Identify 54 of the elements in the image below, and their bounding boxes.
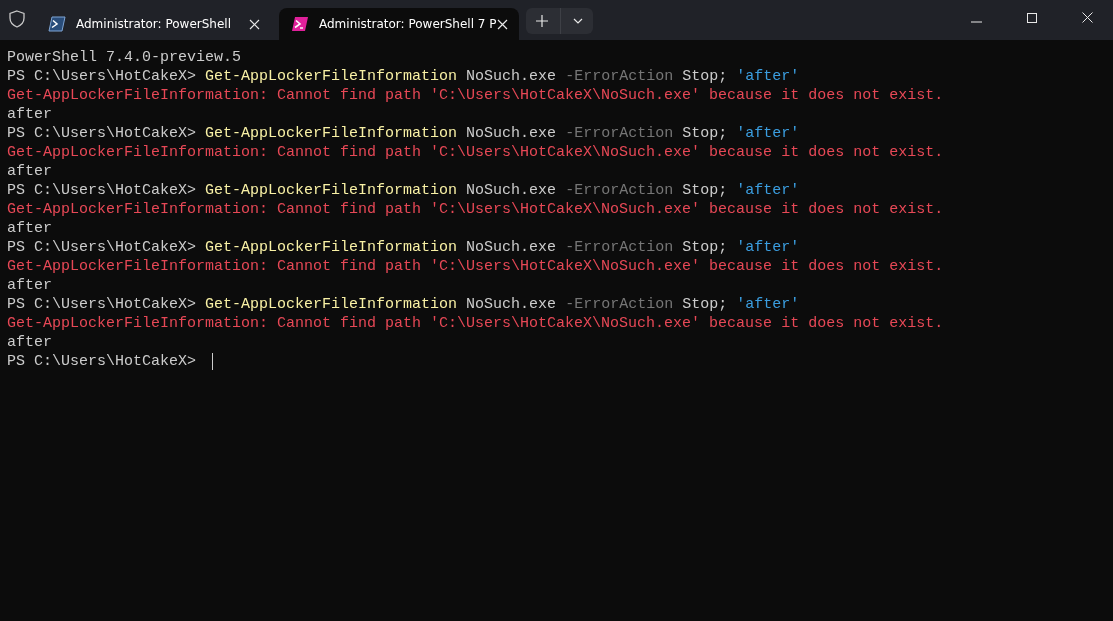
chevron-down-icon[interactable] xyxy=(573,18,583,24)
output-text: PS C:\Users\HotCakeX> xyxy=(7,352,198,371)
output-text: Stop; xyxy=(681,67,729,86)
output-text: NoSuch.exe xyxy=(465,67,558,86)
command-text: Get-AppLockerFileInformation xyxy=(205,295,458,314)
output-text: Stop; xyxy=(681,181,729,200)
error-text: Get-AppLockerFileInformation: Cannot find path 'C:\Users\HotCakeX\NoSuch.exe' because it does not exist. xyxy=(7,200,944,219)
output-text: Stop; xyxy=(681,124,729,143)
output-text: after xyxy=(7,276,52,295)
output-text: NoSuch.exe xyxy=(465,124,558,143)
output-text: NoSuch.exe xyxy=(465,181,558,200)
string-text: 'after' xyxy=(736,124,800,143)
parameter-text: -ErrorAction xyxy=(565,181,674,200)
output-text: after xyxy=(7,219,52,238)
error-text: Get-AppLockerFileInformation: Cannot find path 'C:\Users\HotCakeX\NoSuch.exe' because it does not exist. xyxy=(7,86,944,105)
string-text: 'after' xyxy=(736,67,800,86)
output-text: PS C:\Users\HotCakeX> xyxy=(7,238,198,257)
output-text: after xyxy=(7,333,52,352)
error-text: Get-AppLockerFileInformation: Cannot find path 'C:\Users\HotCakeX\NoSuch.exe' because it does not exist. xyxy=(7,143,944,162)
shield-icon xyxy=(9,10,25,28)
output-text: PowerShell 7.4.0-preview.5 xyxy=(7,48,242,67)
terminal-tab[interactable]: Administrator: PowerShell 7 P xyxy=(279,8,519,40)
string-text: 'after' xyxy=(736,238,800,257)
command-text: Get-AppLockerFileInformation xyxy=(205,181,458,200)
output-text: Stop; xyxy=(681,295,729,314)
parameter-text: -ErrorAction xyxy=(565,124,674,143)
output-text: PS C:\Users\HotCakeX> xyxy=(7,67,198,86)
error-text: Get-AppLockerFileInformation: Cannot find path 'C:\Users\HotCakeX\NoSuch.exe' because it does not exist. xyxy=(7,257,944,276)
output-text: PS C:\Users\HotCakeX> xyxy=(7,295,198,314)
string-text: 'after' xyxy=(736,295,800,314)
parameter-text: -ErrorAction xyxy=(565,238,674,257)
output-text: NoSuch.exe xyxy=(465,238,558,257)
output-text: NoSuch.exe xyxy=(465,295,558,314)
command-text: Get-AppLockerFileInformation xyxy=(205,238,458,257)
string-text: 'after' xyxy=(736,181,800,200)
powershell-icon xyxy=(291,16,309,32)
close-icon[interactable] xyxy=(496,18,508,30)
plus-icon[interactable] xyxy=(536,15,548,27)
terminal-tab[interactable]: Administrator: PowerShell xyxy=(36,8,276,40)
output-text: after xyxy=(7,105,52,124)
maximize-icon[interactable] xyxy=(1027,13,1037,23)
command-text: Get-AppLockerFileInformation xyxy=(205,67,458,86)
close-icon[interactable] xyxy=(249,18,260,30)
output-text: Stop; xyxy=(681,238,729,257)
output-text: PS C:\Users\HotCakeX> xyxy=(7,181,198,200)
error-text: Get-AppLockerFileInformation: Cannot find path 'C:\Users\HotCakeX\NoSuch.exe' because it does not exist. xyxy=(7,314,944,333)
output-text: after xyxy=(7,162,52,181)
output-text: PS C:\Users\HotCakeX> xyxy=(7,124,198,143)
powershell-icon xyxy=(48,16,66,32)
parameter-text: -ErrorAction xyxy=(565,295,674,314)
command-text: Get-AppLockerFileInformation xyxy=(205,124,458,143)
close-icon[interactable] xyxy=(1082,12,1093,23)
text-cursor xyxy=(212,353,214,370)
parameter-text: -ErrorAction xyxy=(565,67,674,86)
